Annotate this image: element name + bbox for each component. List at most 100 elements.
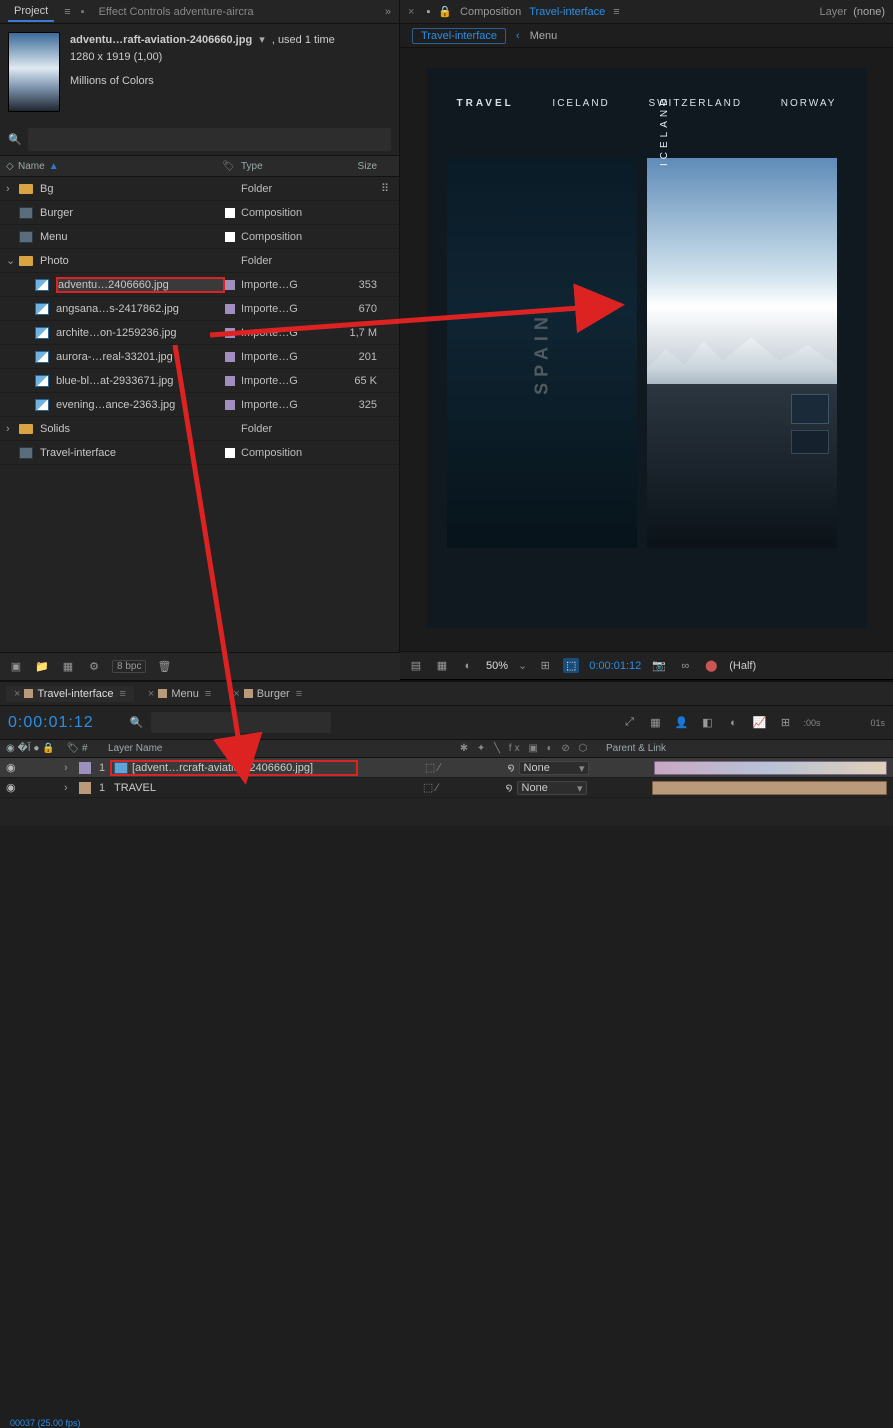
project-settings-icon[interactable]: ⚙: [86, 660, 102, 673]
panel-menu-icon[interactable]: ≡: [64, 6, 70, 18]
label-swatch[interactable]: [225, 424, 235, 434]
resolution-dropdown[interactable]: (Half): [729, 660, 756, 672]
motion-blur-icon[interactable]: ◐: [725, 717, 741, 729]
comp-flowchart-icon[interactable]: ⤢: [621, 716, 637, 729]
label-swatch[interactable]: [225, 448, 235, 458]
new-comp-icon[interactable]: ▦: [60, 660, 76, 673]
pickwhip-icon[interactable]: ໑: [508, 761, 515, 774]
project-row[interactable]: ⌄PhotoFolder: [0, 249, 399, 273]
project-row[interactable]: Travel-interfaceComposition: [0, 441, 399, 465]
project-search-input[interactable]: [28, 128, 391, 151]
close-icon[interactable]: ×: [233, 688, 239, 700]
col-name-label[interactable]: Name: [18, 161, 45, 172]
item-name[interactable]: evening…ance-2363.jpg: [56, 399, 225, 411]
lock-icon[interactable]: 🔒: [438, 5, 452, 18]
label-header-icon[interactable]: 🏷: [64, 743, 82, 754]
zoom-caret-icon[interactable]: ⌄: [518, 659, 527, 672]
resolution-icon[interactable]: ⊞: [537, 659, 553, 672]
layer-track[interactable]: [654, 759, 893, 777]
new-folder-icon[interactable]: 📁: [34, 660, 50, 673]
project-column-header[interactable]: ◇ Name ▲ 🏷 Type Size: [0, 155, 399, 177]
project-row[interactable]: blue-bl…at-2933671.jpgImporte…G65 K: [0, 369, 399, 393]
project-row[interactable]: MenuComposition: [0, 225, 399, 249]
project-row[interactable]: aurora-…real-33201.jpgImporte…G201: [0, 345, 399, 369]
timeline-frame-count[interactable]: 00037 (25.00 fps): [10, 1418, 81, 1428]
color-mgmt-icon[interactable]: ⬤: [703, 659, 719, 672]
timeline-search-input[interactable]: [151, 712, 331, 733]
clip-bar[interactable]: [652, 781, 888, 795]
timeline-timecode[interactable]: 0:00:01:12: [8, 714, 94, 732]
snapshot-icon[interactable]: 📷: [651, 659, 667, 672]
close-icon[interactable]: ×: [148, 688, 154, 700]
item-name[interactable]: Travel-interface: [40, 447, 225, 459]
grid-icon[interactable]: ▦: [434, 659, 450, 672]
tab-menu-icon[interactable]: ≡: [205, 688, 211, 700]
draft3d-icon[interactable]: ▦: [647, 716, 663, 729]
dock-icon[interactable]: ▪: [426, 6, 430, 18]
tab-effect-controls[interactable]: Effect Controls adventure-aircra: [99, 6, 254, 18]
layer-name[interactable]: [advent…rcraft-aviation-2406660.jpg]: [110, 760, 358, 776]
parent-dropdown[interactable]: None: [517, 781, 587, 795]
project-row[interactable]: ›SolidsFolder: [0, 417, 399, 441]
av-toggles[interactable]: ◉: [0, 761, 64, 774]
timeline-layer-row[interactable]: ◉›1TRAVEL⬚ ⁄໑None: [0, 778, 893, 798]
label-swatch[interactable]: [225, 328, 235, 338]
layer-track[interactable]: [652, 779, 893, 797]
project-row[interactable]: adventu…2406660.jpgImporte…G353: [0, 273, 399, 297]
av-toggles[interactable]: ◉: [0, 781, 64, 794]
project-row[interactable]: ›BgFolder⠿: [0, 177, 399, 201]
time-ruler[interactable]: :00s01s: [803, 718, 885, 728]
layer-panel-label[interactable]: Layer (none): [820, 6, 885, 18]
project-row[interactable]: evening…ance-2363.jpgImporte…G325: [0, 393, 399, 417]
item-name[interactable]: blue-bl…at-2933671.jpg: [56, 375, 225, 387]
item-name[interactable]: archite…on-1259236.jpg: [56, 327, 225, 339]
mask-icon[interactable]: ◐: [460, 660, 476, 672]
flowchart-icon[interactable]: ⠿: [377, 182, 393, 195]
show-channel-icon[interactable]: ∞: [677, 660, 693, 672]
zoom-dropdown[interactable]: 50%: [486, 660, 508, 672]
label-swatch[interactable]: [225, 352, 235, 362]
close-icon[interactable]: ▪: [81, 6, 85, 18]
label-swatch[interactable]: [225, 280, 235, 290]
label-swatch[interactable]: [225, 232, 235, 242]
label-swatch[interactable]: [79, 782, 91, 794]
label-swatch[interactable]: [225, 208, 235, 218]
tab-project[interactable]: Project: [8, 2, 54, 22]
breadcrumb-menu[interactable]: Menu: [530, 30, 558, 42]
tab-menu-icon[interactable]: ≡: [296, 688, 302, 700]
project-row[interactable]: angsana…s-2417862.jpgImporte…G670: [0, 297, 399, 321]
asset-thumbnail[interactable]: [8, 32, 60, 112]
current-time-display[interactable]: 0:00:01:12: [589, 660, 641, 672]
composition-name-tab[interactable]: Travel-interface: [529, 6, 605, 18]
label-swatch[interactable]: [225, 400, 235, 410]
label-swatch[interactable]: [225, 256, 235, 266]
layer-switches[interactable]: ⬚ ⁄: [356, 781, 506, 794]
brainstorm-icon[interactable]: ⊞: [777, 716, 793, 729]
roi-icon[interactable]: ⬚: [563, 658, 579, 673]
sort-ascending-icon[interactable]: ▲: [49, 161, 59, 172]
label-swatch[interactable]: [79, 762, 91, 774]
twisty-icon[interactable]: ›: [64, 762, 76, 774]
item-name[interactable]: Bg: [40, 183, 225, 195]
interpret-footage-icon[interactable]: ▣: [8, 660, 24, 673]
item-name[interactable]: Burger: [40, 207, 225, 219]
bit-depth-button[interactable]: 8 bpc: [112, 660, 146, 673]
project-row[interactable]: archite…on-1259236.jpgImporte…G1,7 M: [0, 321, 399, 345]
item-name[interactable]: Menu: [40, 231, 225, 243]
layer-switches[interactable]: ⬚ ⁄: [358, 761, 508, 774]
frame-blend-icon[interactable]: ◧: [699, 716, 715, 729]
clip-bar[interactable]: [654, 761, 888, 775]
shy-icon[interactable]: 👤: [673, 716, 689, 729]
col-size-label[interactable]: Size: [331, 161, 377, 172]
tab-menu-icon[interactable]: ≡: [119, 688, 125, 700]
col-parent[interactable]: Parent & Link: [600, 743, 740, 754]
parent-dropdown[interactable]: None: [519, 761, 589, 775]
item-name[interactable]: Solids: [40, 423, 225, 435]
parent-link[interactable]: ໑None: [506, 781, 646, 795]
col-switches[interactable]: ✱ ✦ ╲ fx ▣ ◐ ⊘ ⬡: [450, 743, 600, 754]
label-swatch[interactable]: [225, 376, 235, 386]
panel-menu-icon[interactable]: ≡: [613, 6, 619, 18]
col-number[interactable]: #: [82, 743, 102, 754]
asset-caret-icon[interactable]: ▾: [259, 34, 265, 46]
item-name[interactable]: Photo: [40, 255, 225, 267]
